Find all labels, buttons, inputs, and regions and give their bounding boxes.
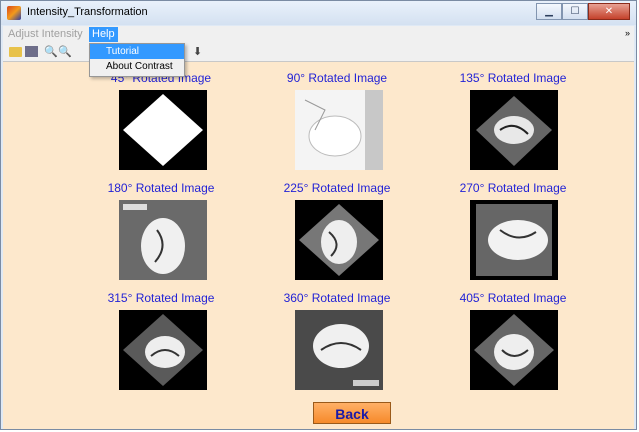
zoom-out-icon[interactable]: 🔍 [58,45,72,58]
window-title: Intensity_Transformation [27,6,148,18]
matlab-icon [7,6,21,20]
image-label-315: 315° Rotated Image [107,291,215,305]
image-label-90: 90° Rotated Image [286,71,388,85]
zoom-in-icon[interactable]: 🔍 [44,45,58,58]
data-cursor-icon[interactable]: ⬇ [191,45,204,58]
title-bar: Intensity_Transformation ▁ ☐ ✕ [1,1,636,25]
menu-help[interactable]: Help [89,27,118,42]
back-button[interactable]: Back [313,402,391,424]
app-window: Intensity_Transformation ▁ ☐ ✕ Adjust In… [0,0,637,430]
minimize-button[interactable]: ▁ [536,3,562,20]
image-360-rotated [295,310,383,390]
image-label-360: 360° Rotated Image [283,291,391,305]
image-label-270: 270° Rotated Image [459,181,567,195]
menu-bar: Adjust Intensity Help » [3,26,634,43]
image-label-405: 405° Rotated Image [459,291,567,305]
image-225-rotated [295,200,383,280]
image-405-rotated [470,310,558,390]
image-315-rotated [119,310,207,390]
menu-adjust-intensity[interactable]: Adjust Intensity [5,27,86,42]
close-button[interactable]: ✕ [588,3,630,20]
menu-item-tutorial[interactable]: Tutorial [90,44,184,59]
image-180-rotated [119,200,207,280]
image-label-135: 135° Rotated Image [459,71,567,85]
image-label-225: 225° Rotated Image [283,181,391,195]
image-label-180: 180° Rotated Image [107,181,215,195]
image-45-rotated [119,90,207,170]
menu-item-about-contrast[interactable]: About Contrast [90,59,184,74]
image-135-rotated [470,90,558,170]
menubar-overflow-icon[interactable]: » [625,28,630,38]
save-icon[interactable] [25,46,38,57]
help-dropdown-menu: Tutorial About Contrast [89,43,185,77]
image-90-rotated [295,90,383,170]
image-270-rotated [470,200,558,280]
open-folder-icon[interactable] [9,47,22,57]
maximize-button[interactable]: ☐ [562,3,588,20]
